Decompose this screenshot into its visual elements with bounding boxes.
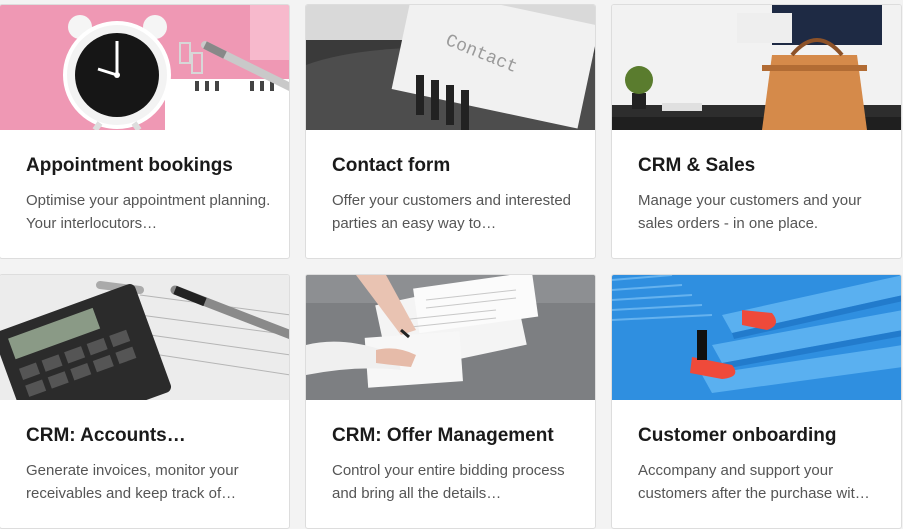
app-card-contact-form[interactable]: Contact Contact form Offer your customer… bbox=[305, 4, 596, 259]
app-card-crm-offer-management[interactable]: CRM: Offer Management Control your entir… bbox=[305, 274, 596, 529]
card-title: Contact form bbox=[332, 155, 451, 176]
card-description: Optimise your appointment planning. Your… bbox=[26, 192, 271, 232]
card-image bbox=[0, 5, 289, 130]
app-card-crm-sales[interactable]: CRM & Sales Manage your customers and yo… bbox=[611, 4, 902, 259]
card-image bbox=[306, 275, 595, 400]
app-card-customer-onboarding[interactable]: Customer onboarding Accompany and suppor… bbox=[611, 274, 902, 529]
card-image bbox=[612, 5, 901, 130]
app-card-appointment-bookings[interactable]: Appointment bookings Optimise your appoi… bbox=[0, 4, 290, 259]
card-description: Offer your customers and interested part… bbox=[332, 192, 572, 232]
card-title: CRM: Accounts… bbox=[26, 425, 186, 446]
card-image bbox=[0, 275, 289, 400]
card-title: Customer onboarding bbox=[638, 425, 837, 446]
card-image: Contact bbox=[306, 5, 595, 130]
card-description: Generate invoices, monitor your receivab… bbox=[26, 462, 239, 502]
card-title: CRM: Offer Management bbox=[332, 425, 554, 446]
app-card-crm-accounts[interactable]: CRM: Accounts… Generate invoices, monito… bbox=[0, 274, 290, 529]
card-description: Manage your customers and your sales ord… bbox=[638, 192, 862, 232]
card-description: Control your entire bidding process and … bbox=[332, 462, 565, 502]
card-image bbox=[612, 275, 901, 400]
card-title: Appointment bookings bbox=[26, 155, 233, 176]
card-title: CRM & Sales bbox=[638, 155, 756, 176]
card-description: Accompany and support your customers aft… bbox=[638, 462, 870, 502]
